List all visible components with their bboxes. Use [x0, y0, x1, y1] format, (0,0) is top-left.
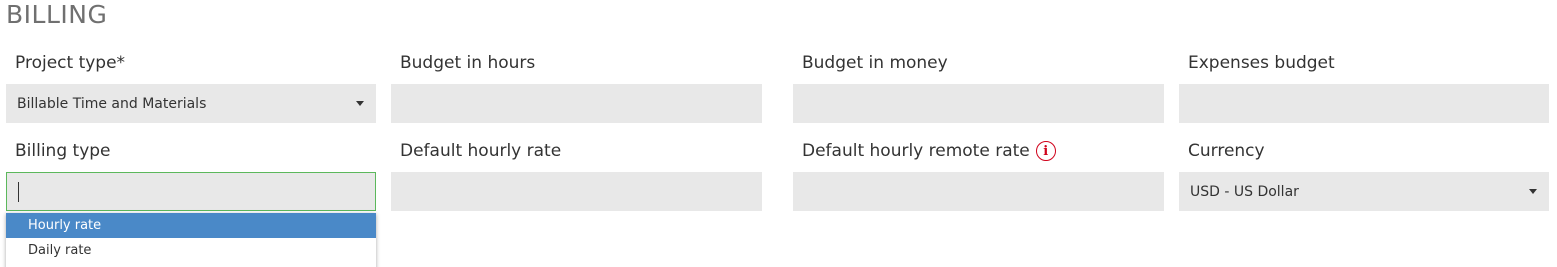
currency-value: USD - US Dollar	[1190, 183, 1299, 200]
info-circle-icon[interactable]: i	[1035, 141, 1056, 161]
budget-money-input[interactable]	[793, 84, 1164, 123]
default-remote-rate-input[interactable]	[793, 172, 1164, 211]
section-title: BILLING	[6, 0, 108, 29]
project-type-value: Billable Time and Materials	[17, 95, 207, 112]
billing-type-input[interactable]	[6, 172, 376, 211]
budget-hours-input[interactable]	[391, 84, 762, 123]
project-type-label: Project type*	[15, 53, 126, 73]
expenses-budget-input[interactable]	[1179, 84, 1549, 123]
default-remote-rate-label: Default hourly remote rate	[802, 141, 1030, 161]
currency-select[interactable]: USD - US Dollar	[1179, 172, 1549, 211]
text-cursor	[18, 182, 19, 202]
project-type-select[interactable]: Billable Time and Materials	[6, 84, 376, 123]
billing-form: BILLING Project type* Budget in hours Bu…	[0, 0, 1557, 267]
caret-down-icon	[1529, 189, 1537, 194]
expenses-budget-label: Expenses budget	[1188, 53, 1335, 73]
caret-down-icon	[356, 101, 364, 106]
budget-money-label: Budget in money	[802, 53, 948, 73]
default-hourly-rate-label: Default hourly rate	[400, 141, 562, 161]
default-remote-rate-label-row: Default hourly remote rate i	[802, 140, 1056, 162]
default-hourly-rate-input[interactable]	[391, 172, 762, 211]
dropdown-option-hourly-rate[interactable]: Hourly rate	[6, 213, 376, 238]
currency-label: Currency	[1188, 141, 1265, 161]
budget-hours-label: Budget in hours	[400, 53, 536, 73]
dropdown-option-daily-rate[interactable]: Daily rate	[6, 238, 376, 263]
billing-type-dropdown: Hourly rate Daily rate	[6, 213, 376, 267]
billing-type-label: Billing type	[15, 141, 111, 161]
